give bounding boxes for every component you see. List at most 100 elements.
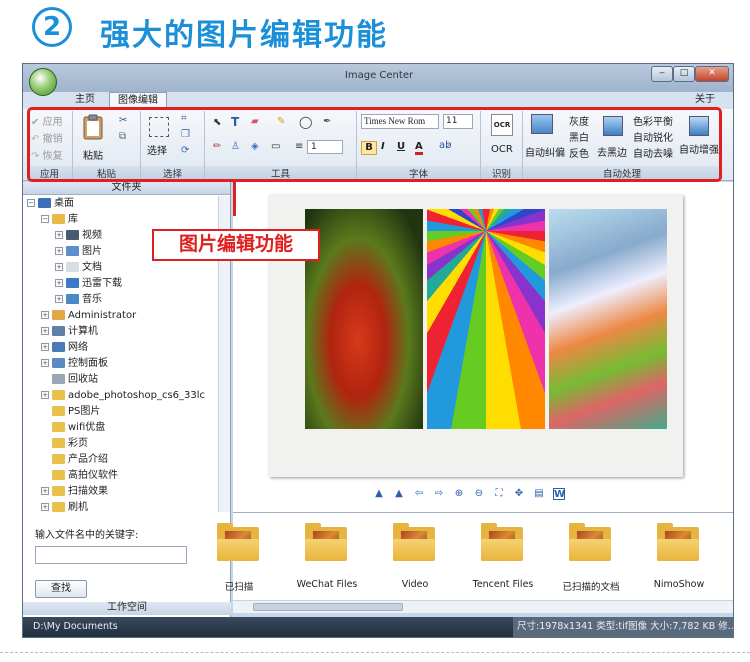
first-image-icon[interactable]: ▲ <box>373 488 385 500</box>
tree-node-label: 音乐 <box>82 294 102 305</box>
page-header: 2 强大的图片编辑功能 <box>0 0 750 58</box>
folder-icon <box>52 502 65 512</box>
thumbnail-label: 已扫描 <box>224 582 254 593</box>
expand-icon[interactable]: + <box>41 487 49 495</box>
folder-icon <box>52 310 65 320</box>
keyword-input[interactable] <box>35 546 187 564</box>
tree-node-label: 桌面 <box>54 198 74 209</box>
tree-node[interactable]: 产品介绍 <box>41 452 108 468</box>
prev-page-icon[interactable]: ▲ <box>393 488 405 500</box>
tree-node-label: 图片 <box>82 246 102 257</box>
folder-icon <box>393 523 435 563</box>
app-menu-button[interactable] <box>29 68 57 96</box>
expand-icon[interactable]: + <box>41 343 49 351</box>
pencils-image <box>549 209 667 429</box>
folder-icon <box>52 326 65 336</box>
tree-node[interactable]: + 网络 <box>41 340 88 356</box>
folder-icon <box>52 438 65 448</box>
tree-node[interactable]: 回收站 <box>41 372 98 388</box>
tree-node[interactable]: + 刷机 <box>41 500 88 512</box>
tree-node-label: wifi优盘 <box>68 422 106 433</box>
callout-label: 图片编辑功能 <box>152 229 320 261</box>
maximize-button[interactable]: □ <box>673 66 695 82</box>
scrollbar-thumb[interactable] <box>253 603 403 611</box>
word-export-icon[interactable]: W <box>553 488 565 500</box>
thumbnail-label: 已扫描的文档 <box>562 582 620 593</box>
tree-node[interactable]: + 计算机 <box>41 324 98 340</box>
expand-icon[interactable]: + <box>41 391 49 399</box>
folder-icon <box>52 342 65 352</box>
tree-node[interactable]: + 扫描效果 <box>41 484 108 500</box>
tree-node-label: 产品介绍 <box>68 454 108 465</box>
tree-node[interactable]: + 迅雷下载 <box>55 276 122 292</box>
folder-panel-title: 文件夹 <box>23 182 230 195</box>
tree-node[interactable]: + adobe_photoshop_cs6_33lc <box>41 388 205 404</box>
scanned-photo[interactable] <box>269 195 683 477</box>
actual-size-icon[interactable]: ✥ <box>513 488 525 500</box>
folder-icon <box>52 454 65 464</box>
folder-icon <box>481 523 523 563</box>
folder-icon <box>569 523 611 563</box>
expand-icon[interactable]: + <box>41 311 49 319</box>
tree-node[interactable]: + 视频 <box>55 228 102 244</box>
thumbnail-label: Video <box>401 579 429 590</box>
zoom-out-icon[interactable]: ⊖ <box>473 488 485 500</box>
tree-node[interactable]: wifi优盘 <box>41 420 105 436</box>
tree-node[interactable]: PS图片 <box>41 404 100 420</box>
collapse-icon[interactable]: − <box>27 199 35 207</box>
tree-node-label: 计算机 <box>68 326 98 337</box>
thumbnail-scrollbar[interactable] <box>233 600 733 613</box>
expand-icon[interactable]: + <box>41 503 49 511</box>
expand-icon[interactable]: + <box>41 359 49 367</box>
close-button[interactable]: ✕ <box>695 66 729 82</box>
expand-icon[interactable]: + <box>55 263 63 271</box>
thumbnail-folder[interactable]: Video <box>375 519 455 590</box>
minimize-button[interactable]: ‒ <box>651 66 673 82</box>
folder-icon <box>52 214 65 224</box>
tree-node-label: 网络 <box>68 342 88 353</box>
tree-node[interactable]: + 图片 <box>55 244 102 260</box>
thumbnail-folder[interactable]: Tencent Files <box>463 519 543 590</box>
folder-icon <box>52 470 65 480</box>
expand-icon[interactable]: + <box>41 327 49 335</box>
thumbnail-folder[interactable]: 已扫描的文档 <box>551 519 631 593</box>
current-path: D:\My Documents <box>33 621 118 632</box>
tree-node-label: 高拍仪软件 <box>68 470 118 481</box>
zoom-in-icon[interactable]: ⊕ <box>453 488 465 500</box>
tree-node[interactable]: + 音乐 <box>55 292 102 308</box>
folder-icon <box>66 278 79 288</box>
tree-node[interactable]: − 桌面 <box>27 196 74 212</box>
expand-icon[interactable]: + <box>55 247 63 255</box>
tree-node[interactable]: + 文档 <box>55 260 102 276</box>
search-button[interactable]: 查找 <box>35 580 87 598</box>
expand-icon[interactable]: + <box>55 295 63 303</box>
document-icon[interactable]: ▤ <box>533 488 545 500</box>
tree-node[interactable]: + Administrator <box>41 308 136 324</box>
tree-node[interactable]: 彩页 <box>41 436 88 452</box>
thumbnail-label: NimoShow <box>653 579 705 590</box>
collapse-icon[interactable]: − <box>41 215 49 223</box>
tree-node[interactable]: 高拍仪软件 <box>41 468 118 484</box>
thumbnail-label: Tencent Files <box>472 579 534 590</box>
thumbnail-folder[interactable]: WeChat Files <box>287 519 367 590</box>
forward-arrow-icon[interactable]: ⇨ <box>433 488 445 500</box>
back-arrow-icon[interactable]: ⇦ <box>413 488 425 500</box>
folder-icon <box>52 358 65 368</box>
fit-window-icon[interactable]: ⛶ <box>493 488 505 500</box>
expand-icon[interactable]: + <box>55 231 63 239</box>
folder-icon <box>217 523 259 563</box>
thumbnail-folder[interactable]: NimoShow <box>639 519 719 590</box>
folder-icon <box>52 390 65 400</box>
tree-node[interactable]: + 控制面板 <box>41 356 108 372</box>
tree-node-label: 视频 <box>82 230 102 241</box>
step-number: 2 <box>32 7 72 47</box>
tree-node-label: 控制面板 <box>68 358 108 369</box>
folder-icon <box>52 422 65 432</box>
callout-connector <box>233 182 236 216</box>
tree-node[interactable]: − 库 <box>41 212 78 228</box>
tree-node-label: 迅雷下载 <box>82 278 122 289</box>
tree-node-label: Administrator <box>68 310 137 321</box>
folder-icon <box>66 294 79 304</box>
expand-icon[interactable]: + <box>55 279 63 287</box>
thumbnail-folder[interactable]: 已扫描 <box>199 519 279 593</box>
